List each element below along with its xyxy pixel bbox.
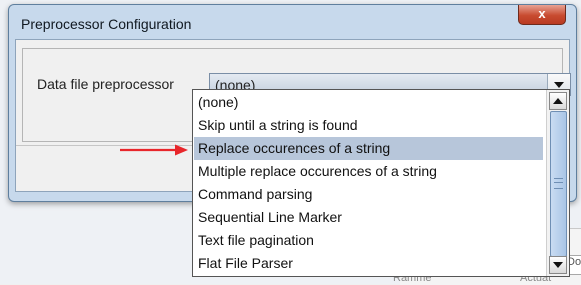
dropdown-option-command-parsing[interactable]: Command parsing <box>194 183 543 206</box>
title-bar[interactable]: Preprocessor Configuration x <box>9 5 576 39</box>
dropdown-option-replace-occurences[interactable]: Replace occurences of a string <box>194 137 543 160</box>
grip-icon <box>554 178 563 189</box>
scroll-down-icon[interactable] <box>549 256 567 274</box>
scroll-up-icon[interactable] <box>549 92 567 110</box>
dropdown-option-skip-until-string[interactable]: Skip until a string is found <box>194 114 543 137</box>
dropdown-option-none[interactable]: (none) <box>194 91 543 114</box>
dropdown-options: (none) Skip until a string is found Repl… <box>194 91 543 275</box>
dropdown-option-flat-file-parser[interactable]: Flat File Parser <box>194 252 543 275</box>
close-icon: x <box>538 6 546 21</box>
dropdown-option-multiple-replace[interactable]: Multiple replace occurences of a string <box>194 160 543 183</box>
dropdown-option-text-file-pagination[interactable]: Text file pagination <box>194 229 543 252</box>
data-file-preprocessor-label: Data file preprocessor <box>37 76 174 92</box>
dropdown-option-sequential-line-marker[interactable]: Sequential Line Marker <box>194 206 543 229</box>
window-title: Preprocessor Configuration <box>21 16 192 32</box>
preprocessor-dropdown-list: (none) Skip until a string is found Repl… <box>192 89 570 277</box>
red-arrow-icon <box>120 144 188 156</box>
close-button[interactable]: x <box>518 5 566 25</box>
scrollbar-thumb[interactable] <box>550 111 567 257</box>
dropdown-scrollbar[interactable] <box>546 90 569 276</box>
